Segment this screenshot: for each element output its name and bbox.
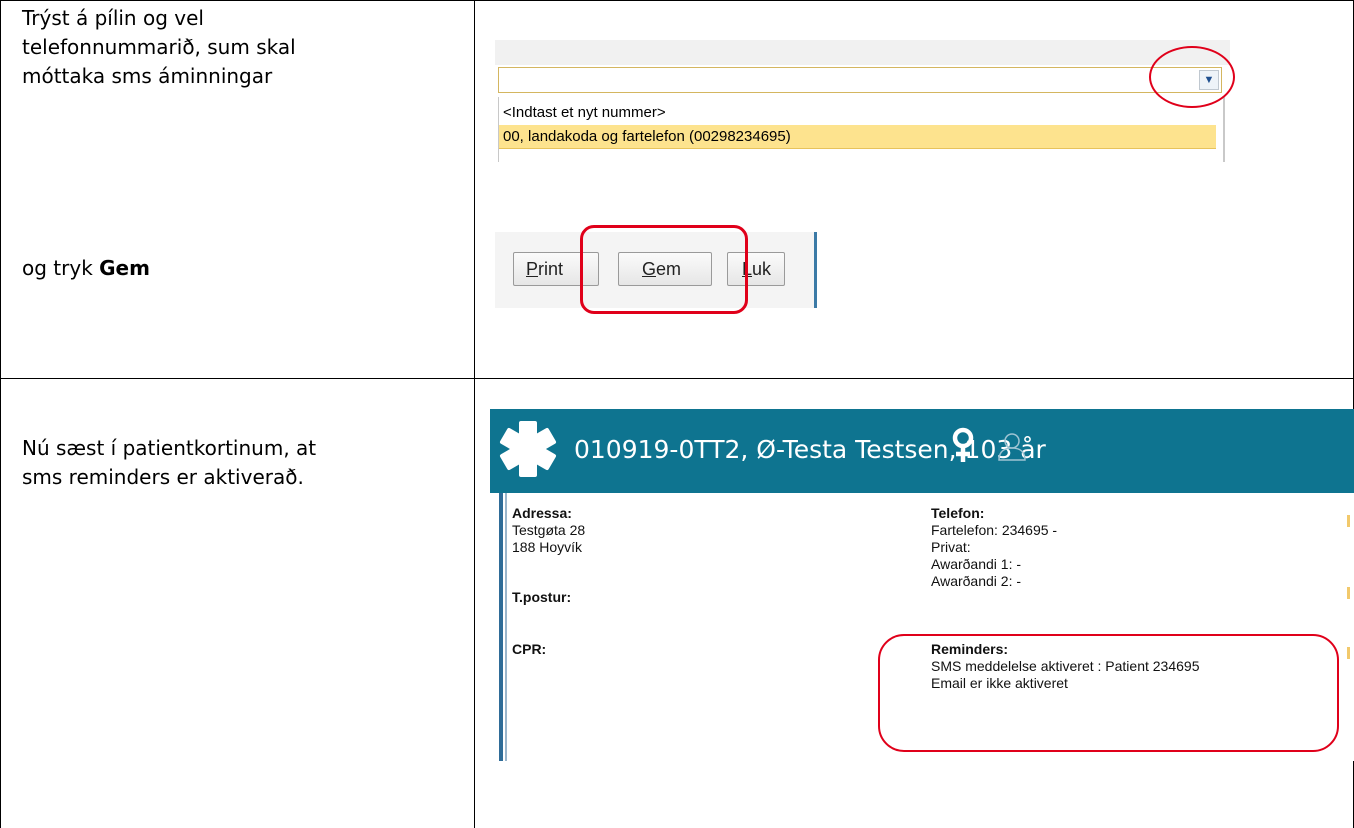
instruction-line: Nú sæst í patientkortinum, at [22,436,317,460]
highlight-box-reminders [878,634,1339,752]
highlight-circle-arrow [1149,46,1235,108]
side-marker [1347,515,1350,527]
instruction-text: og tryk [22,256,93,280]
table-border-top [0,0,1354,1]
dropdown-screenshot: ▼ <Indtast et nyt nummer> 00, landakoda … [495,40,1230,162]
side-marker [1347,587,1350,599]
instruction-line: sms reminders er aktiverað. [22,465,304,489]
instruction-press-gem: og tryk Gem [22,254,150,283]
dropdown-scrollbar[interactable] [1223,97,1225,162]
address-line: Testgøta 28 [512,522,586,538]
cpr-label: CPR: [512,641,547,657]
instruction-reminders-active: Nú sæst í patientkortinum, at sms remind… [22,434,316,492]
card-left-bar [499,493,503,761]
patient-card-header: 010919-0TT2, Ø-Testa Testsen, 103 år [490,409,1354,493]
instruction-line: Trýst á pílin og vel [22,6,204,30]
phone-number-dropdown-list: <Indtast et nyt nummer> 00, landakoda og… [498,97,1225,162]
panel-edge [814,232,817,308]
phone-line: Awarðandi 1: - [931,556,1022,572]
phone-line: Privat: [931,539,971,555]
email-label: T.postur: [512,589,572,605]
phone-line: Fartelefon: 234695 - [931,522,1058,538]
phone-label: Telefon: [931,505,985,521]
highlight-box-gem [580,225,748,314]
dropdown-option-new-number[interactable]: <Indtast et nyt nummer> [499,101,1216,125]
table-row-divider [0,378,1354,379]
instruction-line: móttaka sms áminningar [22,64,273,88]
phone-line: Awarðandi 2: - [931,573,1022,589]
instruction-table: Trýst á pílin og vel telefonnummarið, su… [0,0,1354,828]
dialog-top-strip [495,40,1230,65]
address-label: Adressa: [512,505,572,521]
phone-number-combobox[interactable]: ▼ [498,67,1222,93]
person-icon[interactable] [996,431,1028,461]
instruction-select-phone: Trýst á pílin og vel telefonnummarið, su… [22,4,296,91]
female-icon[interactable] [950,427,976,465]
dropdown-option-mobile[interactable]: 00, landakoda og fartelefon (00298234695… [499,125,1216,149]
address-line: 188 Hoyvík [512,539,583,555]
table-border-left [0,0,1,828]
instruction-bold-text: Gem [99,256,150,280]
card-left-bar-inner [505,493,507,761]
side-marker [1347,647,1350,659]
instruction-line: telefonnummarið, sum skal [22,35,296,59]
star-of-life-logo-icon [499,421,557,477]
table-column-divider [474,0,475,828]
